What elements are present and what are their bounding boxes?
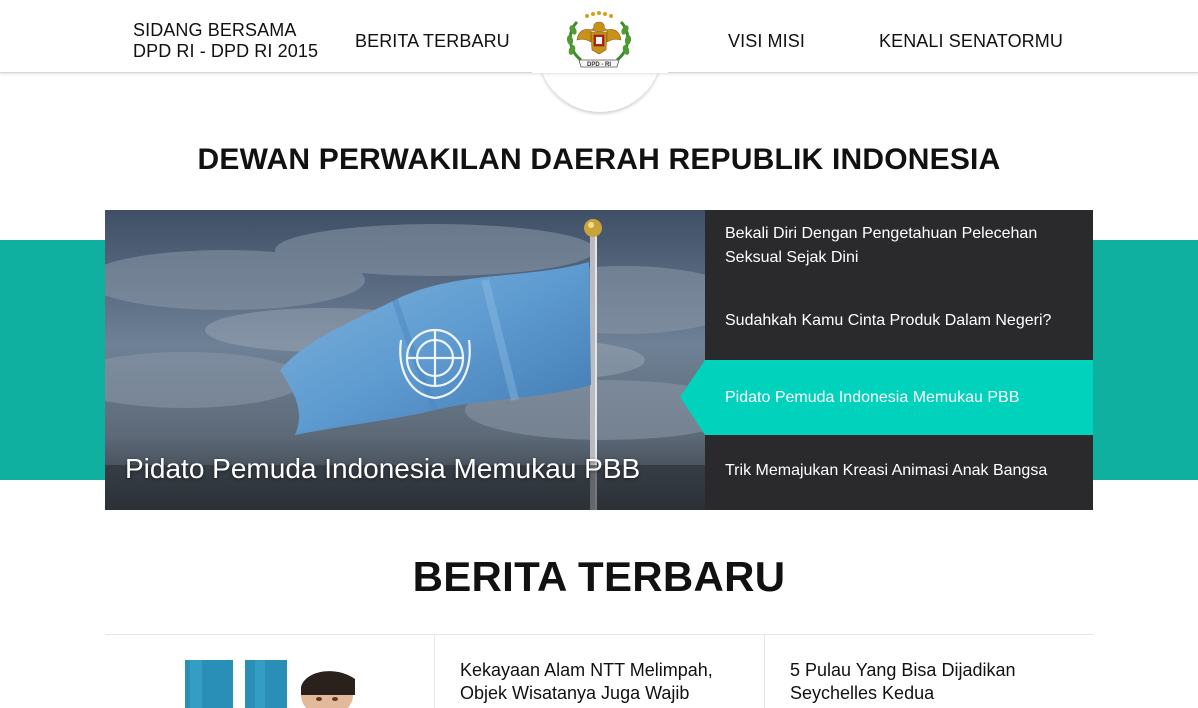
nav-visi-misi[interactable]: VISI MISI: [728, 31, 805, 52]
news-card[interactable]: 5 Pulau Yang Bisa Dijadikan Seychelles K…: [765, 635, 1093, 708]
svg-text:DPD - RI: DPD - RI: [587, 62, 611, 68]
site-title: DEWAN PERWAKILAN DAERAH REPUBLIK INDONES…: [197, 143, 1001, 176]
slide-headline-list: Bekali Diri Dengan Pengetahuan Pelecehan…: [680, 210, 1093, 510]
slide-item-active[interactable]: Pidato Pemuda Indonesia Memukau PBB: [705, 360, 1093, 435]
news-title[interactable]: Kekayaan Alam NTT Melimpah, Objek Wisata…: [460, 659, 750, 705]
nav-kenali-senatormu[interactable]: KENALI SENATORMU: [879, 31, 1063, 52]
nav-sidang-bersama[interactable]: SIDANG BERSAMA DPD RI - DPD RI 2015: [133, 20, 333, 62]
active-item-arrow: [680, 360, 705, 435]
latest-news-heading: BERITA TERBARU: [412, 553, 786, 600]
slide-caption[interactable]: Pidato Pemuda Indonesia Memukau PBB: [125, 453, 640, 485]
garuda-emblem-icon[interactable]: DPD - RI: [563, 10, 635, 76]
news-card[interactable]: [105, 635, 435, 708]
news-card[interactable]: Kekayaan Alam NTT Melimpah, Objek Wisata…: [435, 635, 765, 708]
featured-slider: Pidato Pemuda Indonesia Memukau PBB Beka…: [105, 210, 1093, 510]
slide-item[interactable]: Sudahkah Kamu Cinta Produk Dalam Negeri?: [705, 309, 1093, 359]
nav-berita-terbaru[interactable]: BERITA TERBARU: [355, 31, 510, 52]
slide-item[interactable]: Trik Memajukan Kreasi Animasi Anak Bangs…: [705, 459, 1093, 509]
news-thumbnail[interactable]: [105, 635, 435, 708]
slide-item[interactable]: Bekali Diri Dengan Pengetahuan Pelecehan…: [705, 222, 1093, 286]
news-title[interactable]: 5 Pulau Yang Bisa Dijadikan Seychelles K…: [790, 659, 1080, 705]
slide-image-un-flag[interactable]: Pidato Pemuda Indonesia Memukau PBB: [105, 210, 705, 510]
